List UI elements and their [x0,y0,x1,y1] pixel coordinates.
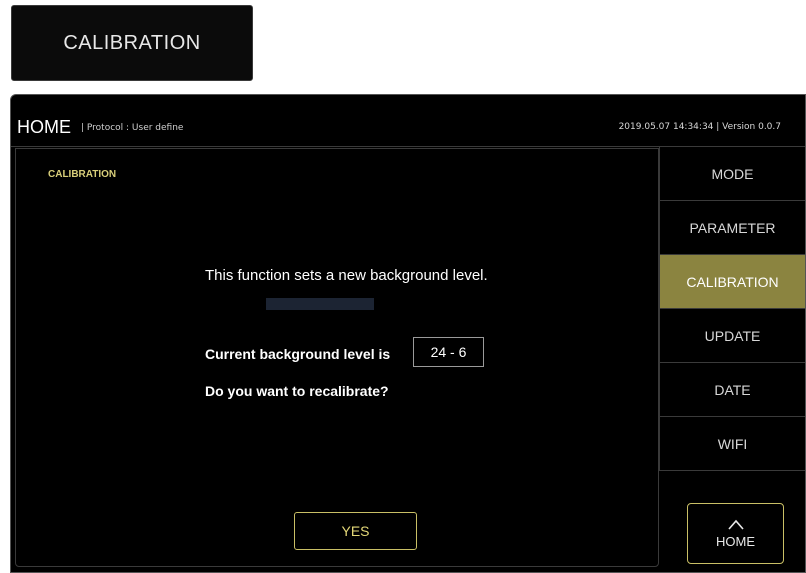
menu-item-calibration[interactable]: CALIBRATION [659,255,805,309]
protocol-label: | Protocol : User define [81,123,184,133]
recalibrate-question: Do you want to recalibrate? [205,383,389,399]
calibration-panel: CALIBRATION This function sets a new bac… [15,148,659,567]
yes-button[interactable]: YES [294,512,417,550]
device-screen: HOME | Protocol : User define 2019.05.07… [10,94,806,573]
home-title[interactable]: HOME [17,117,71,138]
header-bar: HOME | Protocol : User define 2019.05.07… [11,95,805,147]
calibration-tab[interactable]: CALIBRATION [11,5,253,81]
menu-item-wifi[interactable]: WIFI [659,417,805,471]
section-title: CALIBRATION [48,169,117,180]
menu-item-update[interactable]: UPDATE [659,309,805,363]
home-button-label: HOME [716,534,755,549]
menu-item-parameter[interactable]: PARAMETER [659,201,805,255]
datetime-version-status: 2019.05.07 14:34:34 | Version 0.0.7 [618,122,781,132]
calibration-tab-label: CALIBRATION [63,31,201,54]
current-level-label: Current background level is [205,346,391,362]
progress-strip [266,298,374,310]
current-level-value: 24 - 6 [413,337,484,367]
intro-text: This function sets a new background leve… [205,267,488,284]
home-icon [727,518,745,534]
home-button[interactable]: HOME [687,503,784,564]
menu-item-mode[interactable]: MODE [659,147,805,201]
menu-item-date[interactable]: DATE [659,363,805,417]
side-menu: MODE PARAMETER CALIBRATION UPDATE DATE W… [659,147,805,475]
